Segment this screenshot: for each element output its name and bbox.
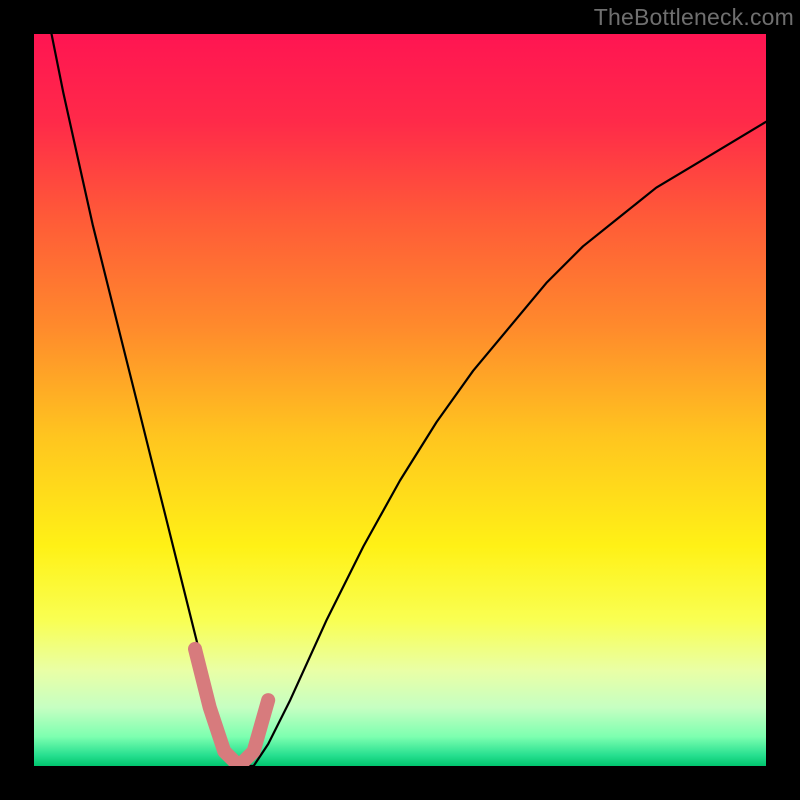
plot-area xyxy=(34,34,766,766)
watermark-text: TheBottleneck.com xyxy=(594,4,794,31)
outer-frame: TheBottleneck.com xyxy=(0,0,800,800)
bottleneck-curve xyxy=(34,34,766,766)
